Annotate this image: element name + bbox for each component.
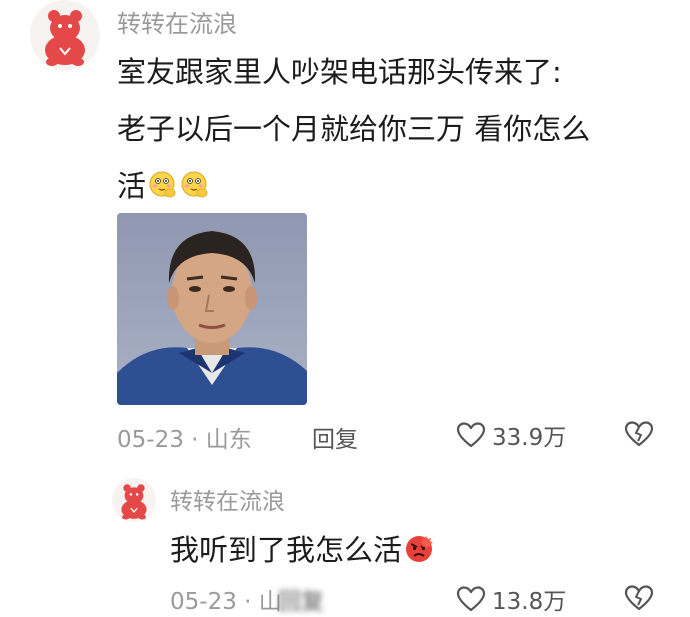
- angry-face-emoji-icon: [404, 534, 434, 564]
- comment-text-line-2: 老子以后一个月就给你三万 看你怎么: [117, 112, 591, 146]
- reply-username[interactable]: 转转在流浪: [170, 482, 285, 516]
- comment-text-line-3: 活: [117, 158, 677, 215]
- portrait-photo-icon: [117, 213, 307, 405]
- reply-user-avatar[interactable]: [112, 478, 156, 522]
- like-button[interactable]: 33.9万: [456, 418, 566, 452]
- thinking-smirk-emoji-icon: [148, 170, 178, 200]
- dislike-button[interactable]: [624, 420, 654, 448]
- bear-avatar-icon: [30, 0, 100, 70]
- comment-text-line-1: 室友跟家里人吵架电话那头传来了:: [117, 55, 562, 89]
- reply-dislike-button[interactable]: [624, 584, 654, 612]
- comment-image[interactable]: [117, 213, 307, 405]
- reply-text-content: 我听到了我怎么活: [170, 533, 403, 567]
- user-avatar[interactable]: [30, 0, 100, 70]
- reply-like-button[interactable]: 13.8万: [456, 582, 566, 616]
- reply-text: 我听到了我怎么活: [170, 522, 670, 579]
- heart-icon: [456, 586, 486, 612]
- thinking-smirk-emoji-icon: [180, 170, 210, 200]
- broken-heart-icon: [624, 421, 654, 447]
- comment-main: 转转在流浪 室友跟家里人吵架电话那头传来了: 老子以后一个月就给你三万 看你怎么…: [0, 0, 690, 470]
- reply-button[interactable]: 回复: [312, 420, 358, 454]
- like-count: 33.9万: [492, 425, 567, 451]
- reply-date-location: 05-23 · 山东: [170, 589, 280, 615]
- bear-avatar-icon: [112, 478, 156, 522]
- comment-text-line-3-text: 活: [117, 169, 147, 203]
- comment-date-location: 05-23 · 山东: [117, 427, 252, 453]
- broken-heart-icon: [624, 585, 654, 611]
- comment-reply: 转转在流浪 我听到了我怎么活 05-23 · 山东 回复 13.8万: [0, 470, 690, 617]
- heart-icon: [456, 422, 486, 448]
- reply-reply-button[interactable]: 回复: [278, 582, 324, 616]
- comment-text: 室友跟家里人吵架电话那头传来了: 老子以后一个月就给你三万 看你怎么 活: [117, 44, 677, 215]
- username[interactable]: 转转在流浪: [117, 4, 237, 39]
- reply-like-count: 13.8万: [492, 589, 567, 615]
